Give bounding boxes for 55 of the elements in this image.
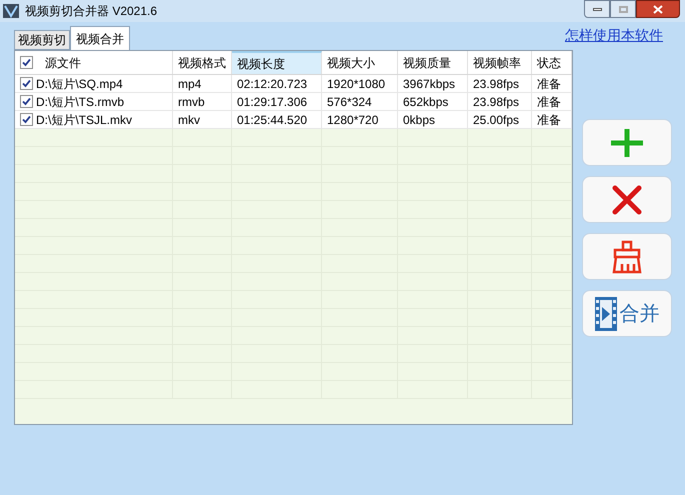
table-cell-text: D:\短片\TS.rmvb — [36, 94, 124, 110]
table-cell-text: mkv — [178, 112, 200, 128]
film-icon — [594, 296, 616, 330]
merge-button[interactable]: 合并 — [582, 290, 672, 337]
table-cell-text: 3967kbps — [403, 76, 456, 92]
column-header[interactable]: 视频长度 — [232, 51, 322, 74]
delete-button[interactable] — [582, 176, 672, 223]
close-icon — [653, 4, 663, 14]
broom-icon — [611, 240, 643, 274]
column-label: 源文件 — [45, 54, 81, 72]
maximize-button[interactable] — [610, 0, 636, 18]
table-cell-text: 1920*1080 — [327, 76, 386, 92]
table-cell-text: 1280*720 — [327, 112, 378, 128]
table-cell-text: 01:25:44.520 — [237, 112, 308, 128]
minimize-icon — [592, 8, 602, 10]
table-cell-text: rmvb — [178, 94, 205, 110]
checkbox[interactable] — [20, 113, 33, 126]
table-cell-text: mp4 — [178, 76, 202, 92]
table-cell-text: D:\短片\TSJL.mkv — [36, 112, 132, 128]
checkbox[interactable] — [20, 56, 33, 69]
maximize-icon — [618, 6, 628, 12]
checkbox[interactable] — [20, 95, 33, 108]
table-cell-text: 0kbps — [403, 112, 436, 128]
clear-button[interactable] — [582, 233, 672, 280]
table-cell-text: 25.00fps — [473, 112, 520, 128]
close-button[interactable] — [636, 0, 680, 18]
close-icon — [612, 184, 642, 214]
help-link[interactable]: 怎样使用本软件 — [565, 24, 663, 46]
column-label: 视频帧率 — [473, 54, 521, 72]
column-label: 视频大小 — [327, 54, 375, 72]
column-label: 视频质量 — [403, 54, 451, 72]
column-label: 视频格式 — [178, 54, 226, 72]
table-cell-text: 23.98fps — [473, 94, 520, 110]
column-label: 状态 — [537, 54, 561, 72]
window-title: 视频剪切合并器 V2021.6 — [25, 3, 158, 20]
checkbox[interactable] — [20, 77, 33, 90]
table-cell-text: 01:29:17.306 — [237, 94, 308, 110]
add-button[interactable] — [582, 119, 672, 166]
table-cell-text: 652kbps — [403, 94, 448, 110]
table-cell-text: 准备 — [537, 76, 561, 92]
table-cell-text: 准备 — [537, 112, 561, 128]
table-cell-text: D:\短片\SQ.mp4 — [36, 76, 123, 92]
table-row[interactable]: D:\短片\TSJL.mkv mkv 01:25:44.520 1280*720 0kbps 25.00fps 准备 — [15, 111, 572, 129]
tab[interactable]: 视频剪切 — [14, 30, 70, 50]
column-label: 视频长度 — [237, 56, 285, 72]
table-cell-text: 准备 — [537, 94, 561, 110]
tab[interactable]: 视频合并 — [70, 26, 130, 50]
table-cell-text: 02:12:20.723 — [237, 76, 308, 92]
plus-icon — [609, 126, 645, 158]
minimize-button[interactable] — [584, 0, 610, 18]
table-row[interactable]: D:\短片\SQ.mp4 mp4 02:12:20.723 1920*1080 3967kbps 23.98fps 准备 — [15, 75, 572, 93]
table-cell-text: 23.98fps — [473, 76, 520, 92]
table-cell-text: 576*324 — [327, 94, 372, 110]
table-row[interactable]: D:\短片\TS.rmvb rmvb 01:29:17.306 576*324 652kbps 23.98fps 准备 — [15, 93, 572, 111]
app-icon — [3, 4, 19, 18]
